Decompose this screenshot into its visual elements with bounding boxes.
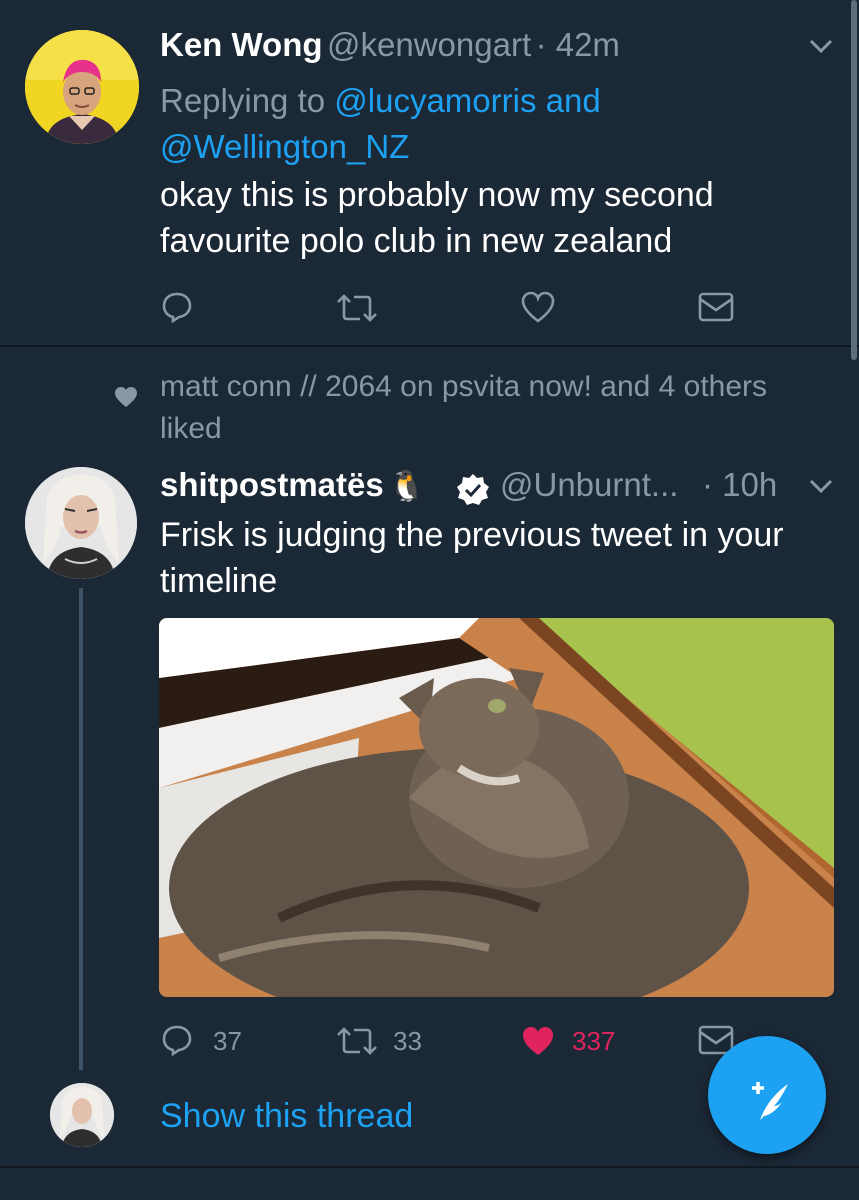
avatar-ken-wong-image <box>25 30 139 144</box>
avatar[interactable] <box>25 467 137 579</box>
cat-photo-image <box>159 618 834 997</box>
liked-context-line1: matt conn // 2064 on psvita now! and 4 o… <box>160 370 768 403</box>
thread-connector-line <box>79 588 83 1070</box>
tweet-media-photo[interactable] <box>159 618 834 997</box>
show-thread-link[interactable]: Show this thread <box>160 1094 413 1138</box>
avatar[interactable] <box>25 30 139 144</box>
retweet-icon[interactable] <box>334 292 380 324</box>
tweet-time[interactable]: · 10h <box>702 466 777 504</box>
liked-context-line2: liked <box>160 412 222 445</box>
reply-mention-wellington[interactable]: @Wellington_NZ <box>160 124 409 170</box>
heart-icon <box>114 386 138 408</box>
verified-badge-icon <box>456 473 490 507</box>
tweet-time[interactable]: · 42m <box>536 26 620 63</box>
tweet-text-line1: Frisk is judging the previous tweet in y… <box>160 516 784 554</box>
retweet-icon[interactable] <box>334 1025 380 1057</box>
compose-tweet-button[interactable] <box>708 1036 826 1154</box>
bottom-divider <box>0 1166 859 1168</box>
author-name[interactable]: shitpostmatës <box>160 466 384 503</box>
retweet-count: 33 <box>393 1026 422 1056</box>
heart-icon[interactable] <box>520 290 556 324</box>
reply-count: 37 <box>213 1026 242 1056</box>
scrollbar-thumb[interactable] <box>851 0 857 360</box>
tweet-text-line2: favourite polo club in new zealand <box>160 222 673 260</box>
chevron-down-icon[interactable] <box>807 36 835 56</box>
avatar-shitpostmates-image <box>25 467 137 579</box>
author-handle[interactable]: @Unburnt... <box>500 466 678 504</box>
scrollbar[interactable] <box>849 0 859 370</box>
reply-icon[interactable] <box>160 290 194 324</box>
tweet-divider <box>0 345 859 347</box>
dm-icon[interactable] <box>698 291 734 323</box>
replying-to-label: Replying to <box>160 82 335 119</box>
chevron-down-icon[interactable] <box>807 476 835 496</box>
compose-tweet-icon <box>752 1082 788 1120</box>
author-name[interactable]: Ken Wong <box>160 26 323 63</box>
tweet-text-line2: timeline <box>160 562 278 600</box>
reply-mention-lucyamorris[interactable]: @lucyamorris and <box>334 82 600 119</box>
penguin-emoji-icon: 🐧 <box>388 470 426 503</box>
avatar[interactable] <box>50 1083 114 1147</box>
heart-icon[interactable] <box>520 1024 556 1058</box>
avatar-small-image <box>50 1083 114 1147</box>
author-handle[interactable]: @kenwongart <box>327 26 531 63</box>
reply-icon[interactable] <box>160 1023 194 1057</box>
tweet-text-line1: okay this is probably now my second <box>160 176 714 214</box>
like-count: 337 <box>572 1026 616 1056</box>
